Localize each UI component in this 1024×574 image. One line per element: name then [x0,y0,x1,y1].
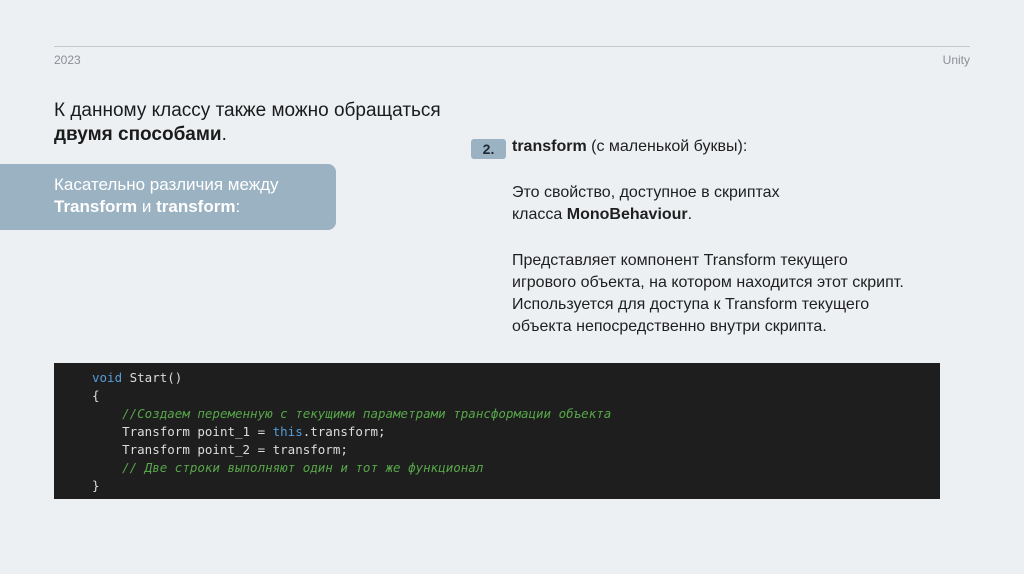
intro-text: К данному классу также можно обращаться … [54,99,444,147]
header-divider [54,46,970,47]
item-number-badge: 2. [471,139,506,159]
code-keyword-void: void [92,370,123,385]
code-comment-1: //Создаем переменную с текущими параметр… [122,406,612,421]
item-title-bold: transform [512,138,587,155]
note-bold-2: transform [156,197,236,216]
note-end: : [235,197,241,216]
item-p1-bold: MonoBehaviour [566,206,688,223]
note-mid: и [137,197,157,216]
item-p1-prefix: класса [512,206,567,223]
intro-text-main: К данному классу также можно обращаться [54,100,441,121]
note-bold-1: Transform [54,197,138,216]
item-p1-end: . [687,206,693,223]
intro-text-end: . [221,124,227,145]
header-brand: Unity [942,53,970,67]
item-p1-line2: класса MonoBehaviour. [512,204,952,226]
item-p2-line4: объекта непосредственно внутри скрипта. [512,318,827,335]
code-line-3: //Создаем переменную с текущими параметр… [92,405,940,423]
item-title-rest: (с маленькой буквы): [586,138,748,155]
code-line-4-post: .transform; [302,424,386,439]
code-line-5-text: Transform point_2 = transform; [122,442,348,457]
code-comment-2: // Две строки выполняют один и тот же фу… [122,460,484,475]
item-description: transform (с маленькой буквы): Это свойс… [512,136,952,338]
code-line-6: // Две строки выполняют один и тот же фу… [92,459,940,477]
note-line-1: Касательно различия между [54,175,279,194]
code-keyword-this: this [272,424,303,439]
header-year: 2023 [54,53,81,67]
code-block: void Start() { //Создаем переменную с те… [54,363,940,499]
item-p1-line1: Это свойство, доступное в скриптах [512,184,780,201]
code-line-4: Transform point_1 = this.transform; [92,423,940,441]
code-line-1-rest: Start() [122,370,183,385]
code-line-4-pre: Transform point_1 = [122,424,273,439]
code-line-7: } [92,478,100,493]
item-p2-line1: Представляет компонент Transform текущег… [512,252,848,269]
item-p2-line3: Используется для доступа к Transform тек… [512,296,870,313]
intro-text-bold: двумя способами [54,124,222,145]
code-line-1: void Start() [92,369,940,387]
note-box: Касательно различия между Transform и tr… [0,164,336,230]
code-line-2: { [92,388,100,403]
item-p2-line2: игрового объекта, на котором находится э… [512,274,904,291]
note-line-2: Transform и transform: [54,196,336,218]
item-title: transform (с маленькой буквы): [512,136,952,158]
code-line-5: Transform point_2 = transform; [92,441,940,459]
